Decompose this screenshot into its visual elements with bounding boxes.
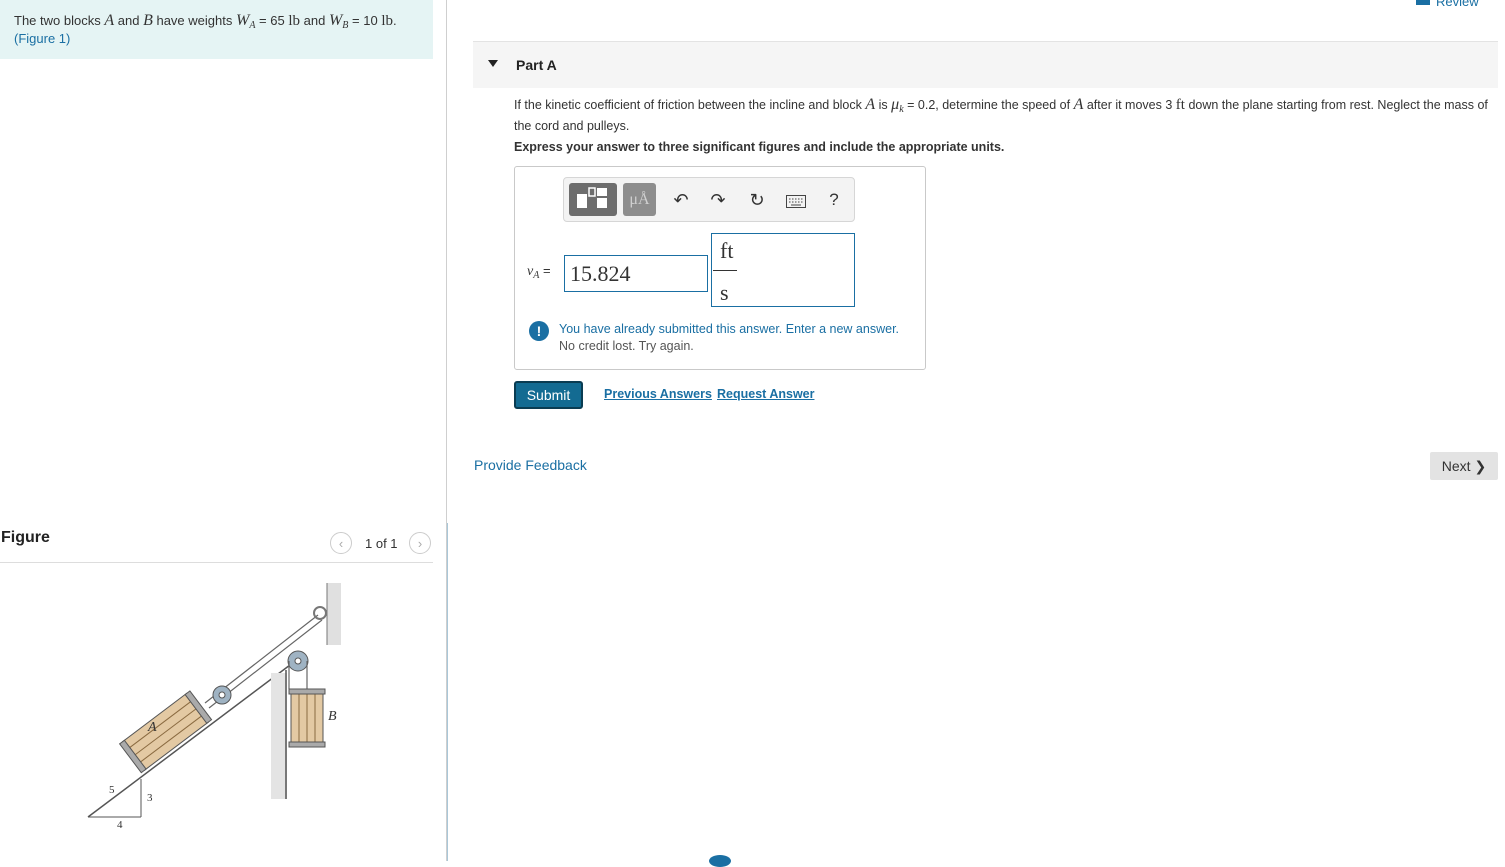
wall	[327, 583, 341, 645]
next-button[interactable]: Next ❯	[1430, 452, 1498, 480]
question-text: If the kinetic coefficient of friction b…	[514, 96, 1488, 134]
alert-icon: !	[529, 321, 549, 341]
part-header[interactable]	[473, 41, 1498, 88]
part-title: Part A	[516, 57, 557, 73]
support-post	[271, 673, 287, 799]
help-bubble[interactable]	[709, 855, 731, 867]
label-a: A	[147, 720, 157, 735]
previous-answers-link[interactable]: Previous Answers	[604, 387, 712, 401]
block-pulley-hub	[218, 691, 226, 699]
block-b-top-band	[288, 688, 326, 695]
templates-icon	[577, 187, 607, 208]
submit-button[interactable]: Submit	[514, 381, 583, 409]
figure-prev-button[interactable]: ‹	[330, 532, 352, 554]
collapse-caret-icon[interactable]	[488, 60, 498, 67]
slope-label-5: 5	[109, 784, 115, 796]
unit-fraction-bar	[713, 270, 737, 271]
incline-line	[87, 664, 291, 818]
templates-button[interactable]	[569, 183, 617, 216]
figure-heading: Figure	[1, 529, 50, 546]
slope-label-3: 3	[147, 792, 153, 804]
help-button[interactable]: ?	[821, 185, 847, 215]
reset-icon[interactable]: ↻	[744, 185, 770, 215]
answer-value-input[interactable]	[564, 255, 708, 292]
redo-icon[interactable]: ↷	[705, 185, 731, 215]
alert-message: You have already submitted this answer. …	[559, 322, 900, 336]
review-link[interactable]: Review	[1416, 0, 1479, 9]
answer-instruction: Express your answer to three significant…	[514, 140, 1005, 154]
block-a	[118, 690, 213, 774]
figure-next-button[interactable]: ›	[409, 532, 431, 554]
unit-denominator: s	[720, 280, 729, 305]
book-icon	[1416, 0, 1430, 5]
top-pulley-hub	[294, 657, 302, 665]
chevron-left-icon: ‹	[338, 535, 344, 551]
figure-column-divider	[447, 523, 448, 861]
chevron-right-icon: ›	[417, 535, 423, 551]
figure-link[interactable]: (Figure 1)	[14, 31, 70, 46]
provide-feedback-link[interactable]: Provide Feedback	[474, 457, 587, 473]
figure-diagram: A B 5 3 4	[87, 583, 341, 831]
intro-text: The two blocks A and B have weights WA =…	[14, 12, 397, 31]
units-button[interactable]: μÅ	[623, 183, 656, 216]
wall-hook	[313, 606, 327, 620]
unit-numerator: ft	[720, 238, 734, 263]
figure-counter: 1 of 1	[365, 536, 398, 551]
block-b-bottom-band	[288, 741, 326, 748]
alert-submessage: No credit lost. Try again.	[559, 339, 694, 353]
keyboard-icon[interactable]	[786, 195, 806, 211]
problem-intro: The two blocks A and B have weights WA =…	[0, 0, 433, 59]
undo-icon[interactable]: ↶	[668, 185, 694, 215]
chevron-right-icon: ❯	[1474, 457, 1487, 474]
answer-variable-label: vA =	[527, 263, 551, 281]
keyboard-glyph	[786, 195, 806, 208]
slope-label-4: 4	[117, 819, 123, 831]
figure-divider	[0, 562, 433, 563]
label-b: B	[328, 709, 337, 724]
request-answer-link[interactable]: Request Answer	[717, 387, 814, 401]
